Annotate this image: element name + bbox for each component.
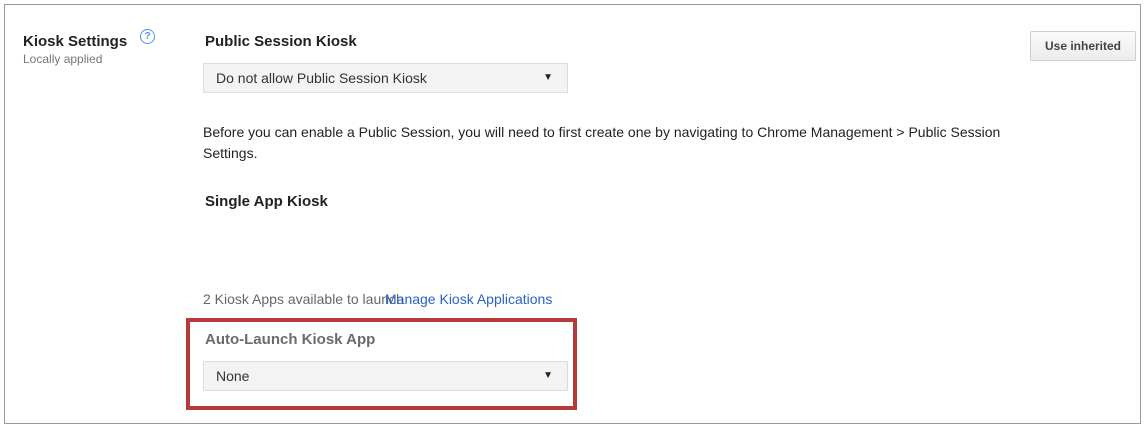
manage-kiosk-apps-link[interactable]: Manage Kiosk Applications [385,291,552,307]
single-app-heading: Single App Kiosk [205,193,328,210]
settings-title: Kiosk Settings [23,33,128,50]
help-icon[interactable]: ? [140,29,155,44]
public-session-heading: Public Session Kiosk [205,33,357,50]
use-inherited-button[interactable]: Use inherited [1030,31,1136,61]
public-session-select[interactable]: Do not allow Public Session Kiosk ▼ [203,63,568,93]
dropdown-arrow-icon: ▼ [543,72,553,83]
highlight-box [186,318,577,410]
apps-available-text: 2 Kiosk Apps available to launch [203,291,404,307]
public-session-description: Before you can enable a Public Session, … [203,124,1001,161]
settings-subtitle: Locally applied [23,52,103,66]
public-session-select-value: Do not allow Public Session Kiosk [216,70,427,86]
